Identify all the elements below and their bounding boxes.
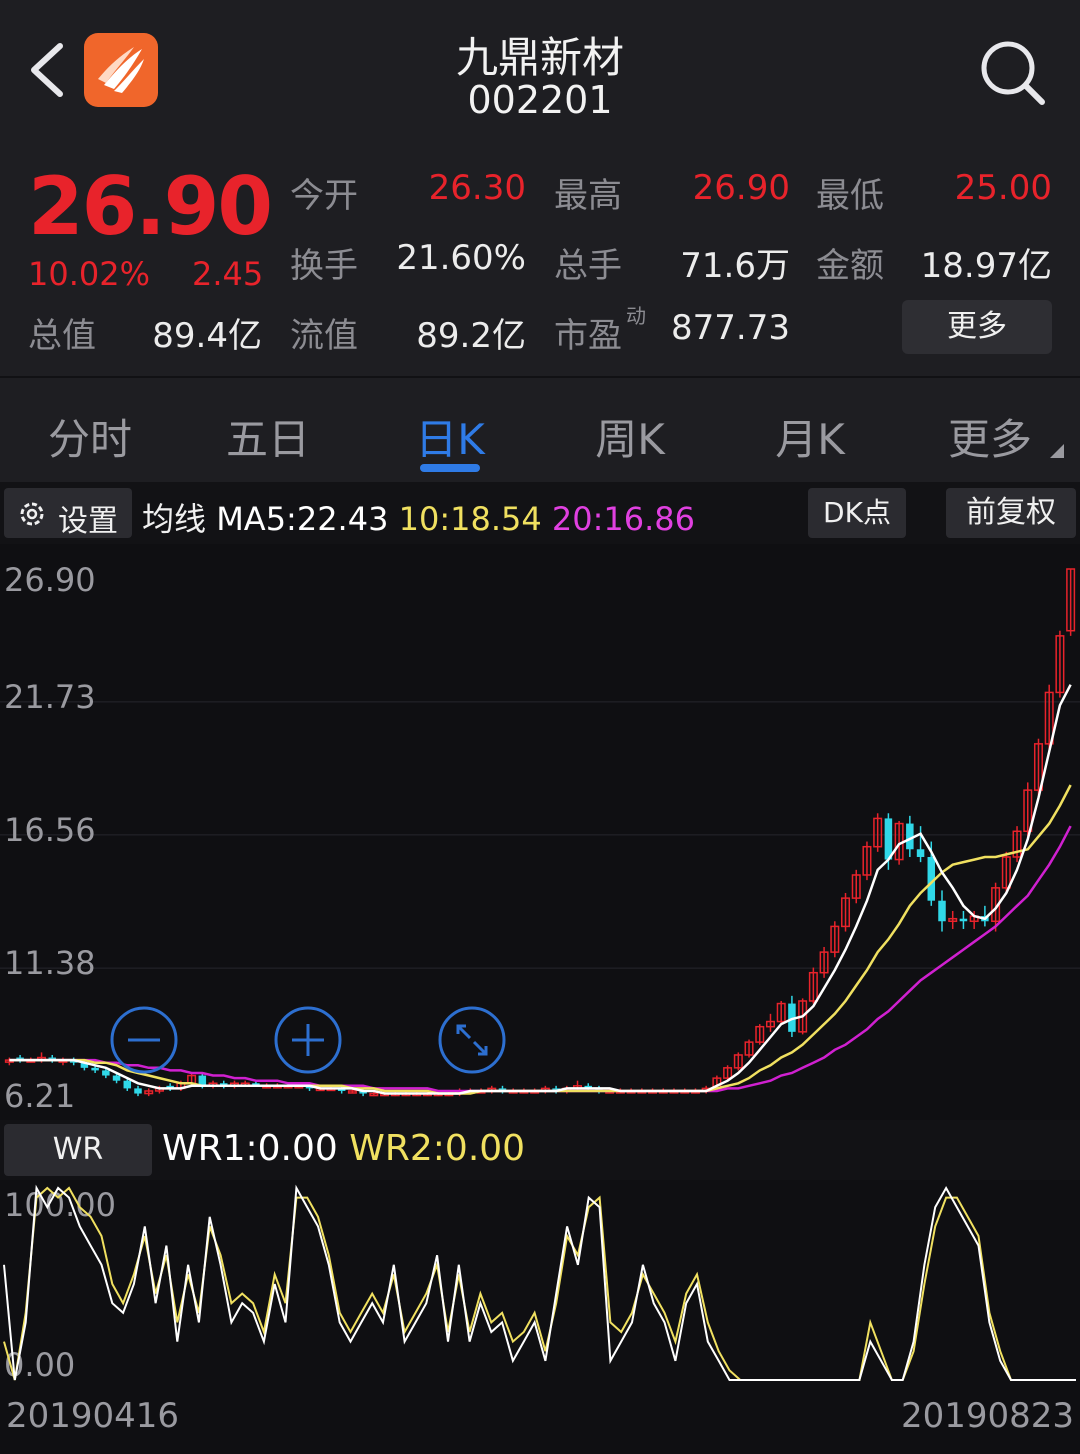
high-value: 26.90 bbox=[692, 168, 790, 208]
open-value: 26.30 bbox=[428, 168, 526, 208]
start-date: 20190416 bbox=[6, 1396, 180, 1436]
turnover-label: 换手 bbox=[290, 246, 358, 286]
pe-label: 市盈 bbox=[554, 316, 622, 356]
tab-five-day[interactable]: 五日 bbox=[178, 406, 358, 467]
ma5-value: MA5:22.43 bbox=[216, 500, 389, 538]
more-corner-icon bbox=[1050, 444, 1064, 458]
ma10-value: 10:18.54 bbox=[398, 500, 542, 538]
app-logo bbox=[84, 33, 158, 107]
low-value: 25.00 bbox=[954, 168, 1052, 208]
volume-label: 总手 bbox=[554, 246, 622, 286]
candle-body bbox=[134, 1088, 142, 1094]
float-cap-label: 流值 bbox=[290, 316, 358, 356]
chart-toolbar: 设置 均线 MA5:22.43 10:18.54 20:16.86 DK点 前复… bbox=[0, 482, 1080, 544]
amount-label: 金额 bbox=[816, 246, 884, 286]
total-cap-value: 89.4亿 bbox=[152, 316, 262, 356]
candle-body bbox=[123, 1080, 132, 1089]
wr-line-wr2 bbox=[3, 1186, 1076, 1381]
candle-body bbox=[884, 818, 893, 860]
date-axis: 20190416 20190823 bbox=[0, 1386, 1080, 1454]
more-quote-button[interactable]: 更多 bbox=[902, 300, 1052, 354]
wr-y-tick-label: 100.00 bbox=[4, 1186, 116, 1224]
search-icon[interactable] bbox=[978, 38, 1048, 108]
ma20-value: 20:16.86 bbox=[551, 500, 695, 538]
tab-daily-k[interactable]: 日K bbox=[360, 406, 540, 467]
change-percent: 10.02% bbox=[28, 255, 151, 293]
back-icon[interactable] bbox=[24, 40, 74, 100]
y-tick-label: 11.38 bbox=[4, 944, 96, 982]
stock-code: 002201 bbox=[467, 78, 613, 122]
tab-weekly-k[interactable]: 周K bbox=[540, 406, 720, 467]
wr-chart[interactable]: 100.00 0.00 bbox=[0, 1180, 1080, 1386]
quote-panel: 26.90 10.02% 2.45 今开 26.30 最高 26.90 最低 2… bbox=[0, 140, 1080, 376]
low-label: 最低 bbox=[816, 176, 884, 216]
ma-prefix: 均线 bbox=[142, 500, 207, 538]
settings-button[interactable]: 设置 bbox=[4, 488, 132, 539]
stock-name: 九鼎新材 bbox=[455, 33, 624, 82]
candle-body bbox=[916, 849, 925, 857]
candle-body bbox=[91, 1067, 99, 1071]
settings-label: 设置 bbox=[58, 504, 118, 539]
active-tab-indicator bbox=[420, 464, 480, 472]
y-tick-label: 26.90 bbox=[4, 561, 96, 599]
total-cap-label: 总值 bbox=[28, 316, 96, 356]
amount-value: 18.97亿 bbox=[920, 246, 1052, 286]
candle-body bbox=[938, 900, 946, 922]
gear-icon bbox=[20, 502, 44, 526]
high-label: 最高 bbox=[554, 176, 622, 216]
app-header: 九鼎新材 002201 bbox=[0, 0, 1080, 140]
fullscreen-icon[interactable] bbox=[436, 1004, 508, 1076]
zoom-in-icon[interactable] bbox=[272, 1004, 344, 1076]
kline-chart[interactable]: 26.90 21.73 16.56 11.38 6.21 bbox=[0, 544, 1080, 1120]
period-tabs: 分时 五日 日K 周K 月K 更多 bbox=[0, 378, 1080, 482]
dk-point-button[interactable]: DK点 bbox=[808, 488, 906, 538]
last-price: 26.90 bbox=[28, 160, 273, 253]
pe-value: 877.73 bbox=[671, 308, 790, 348]
tab-monthly-k[interactable]: 月K bbox=[720, 406, 900, 467]
y-tick-label: 6.21 bbox=[4, 1077, 75, 1115]
ma-legend: 均线 MA5:22.43 10:18.54 20:16.86 bbox=[142, 494, 695, 540]
candle-body bbox=[959, 918, 968, 922]
wr1-value: WR1:0.00 bbox=[162, 1128, 338, 1169]
volume-value: 71.6万 bbox=[680, 246, 790, 286]
float-cap-value: 89.2亿 bbox=[416, 316, 526, 356]
y-tick-label: 21.73 bbox=[4, 678, 96, 716]
indicator-select-button[interactable]: WR bbox=[4, 1124, 152, 1176]
wr-line-wr1 bbox=[3, 1184, 1076, 1381]
zoom-out-icon[interactable] bbox=[108, 1004, 180, 1076]
turnover-value: 21.60% bbox=[396, 238, 526, 278]
wr2-value: WR2:0.00 bbox=[349, 1128, 526, 1169]
open-label: 今开 bbox=[290, 176, 358, 216]
candle-body bbox=[112, 1075, 121, 1081]
adjust-mode-button[interactable]: 前复权 bbox=[946, 488, 1076, 538]
end-date: 20190823 bbox=[900, 1396, 1074, 1436]
change-amount: 2.45 bbox=[192, 255, 264, 293]
tab-minute[interactable]: 分时 bbox=[0, 406, 180, 467]
wr-legend: WR1:0.00 WR2:0.00 bbox=[162, 1128, 525, 1169]
wr-indicator-bar: WR WR1:0.00 WR2:0.00 bbox=[0, 1120, 1080, 1180]
y-tick-label: 16.56 bbox=[4, 811, 96, 849]
